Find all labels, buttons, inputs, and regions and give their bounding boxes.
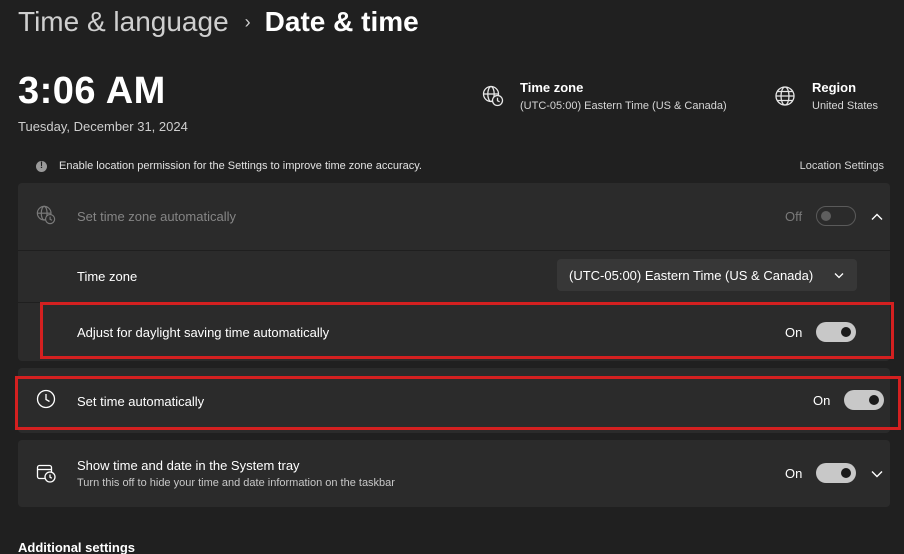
systray-description: Turn this off to hide your time and date… xyxy=(77,477,395,489)
daylight-saving-row: Adjust for daylight saving time automati… xyxy=(18,303,890,361)
timezone-settings-group: Set time zone automatically Off Time zon… xyxy=(18,183,890,361)
region-summary: Region United States xyxy=(774,80,878,112)
chevron-down-icon[interactable] xyxy=(870,467,884,481)
info-icon xyxy=(36,160,47,172)
chevron-down-icon xyxy=(834,273,844,279)
additional-settings-heading: Additional settings xyxy=(18,540,135,554)
auto-timezone-label: Set time zone automatically xyxy=(77,209,236,224)
calendar-clock-icon xyxy=(36,464,56,483)
clock-icon xyxy=(36,389,56,409)
region-summary-value: United States xyxy=(812,100,879,112)
auto-timezone-row: Set time zone automatically Off xyxy=(18,183,890,250)
systray-toggle[interactable] xyxy=(816,463,857,483)
auto-timezone-toggle[interactable] xyxy=(816,206,857,226)
region-summary-title: Region xyxy=(812,80,857,95)
globe-icon xyxy=(775,86,795,106)
auto-time-state: On xyxy=(813,392,831,408)
globe-clock-icon xyxy=(482,85,504,107)
daylight-saving-toggle[interactable] xyxy=(816,322,857,342)
timezone-row: Time zone (UTC-05:00) Eastern Time (US &… xyxy=(18,251,890,302)
timezone-dropdown-value: (UTC-05:00) Eastern Time (US & Canada) xyxy=(569,267,814,283)
breadcrumb-separator: › xyxy=(244,11,251,32)
current-time: 3:06 AM xyxy=(18,70,166,112)
auto-time-toggle[interactable] xyxy=(844,390,885,410)
notice-text: Enable location permission for the Setti… xyxy=(59,160,422,172)
timezone-summary: Time zone (UTC-05:00) Eastern Time (US &… xyxy=(482,80,727,112)
timezone-dropdown[interactable]: (UTC-05:00) Eastern Time (US & Canada) xyxy=(557,259,857,291)
timezone-summary-value: (UTC-05:00) Eastern Time (US & Canada) xyxy=(520,100,727,112)
timezone-label: Time zone xyxy=(77,269,138,284)
breadcrumb: Time & language › Date & time xyxy=(18,4,419,40)
page-title: Date & time xyxy=(264,6,419,37)
location-settings-link[interactable]: Location Settings xyxy=(800,160,884,172)
systray-card: Show time and date in the System tray Tu… xyxy=(18,440,890,507)
daylight-saving-state: On xyxy=(785,324,803,340)
auto-time-label: Set time automatically xyxy=(77,394,205,409)
globe-clock-icon xyxy=(36,205,56,225)
systray-state: On xyxy=(785,465,803,481)
auto-time-card: Set time automatically On xyxy=(18,368,890,433)
daylight-saving-label: Adjust for daylight saving time automati… xyxy=(77,325,330,340)
chevron-up-icon[interactable] xyxy=(870,210,884,224)
current-date: Tuesday, December 31, 2024 xyxy=(18,119,188,134)
systray-label: Show time and date in the System tray xyxy=(77,458,300,473)
auto-timezone-state: Off xyxy=(785,208,803,224)
breadcrumb-parent-link[interactable]: Time & language xyxy=(18,6,229,38)
location-permission-notice: Enable location permission for the Setti… xyxy=(18,152,890,180)
timezone-summary-title: Time zone xyxy=(520,80,584,95)
